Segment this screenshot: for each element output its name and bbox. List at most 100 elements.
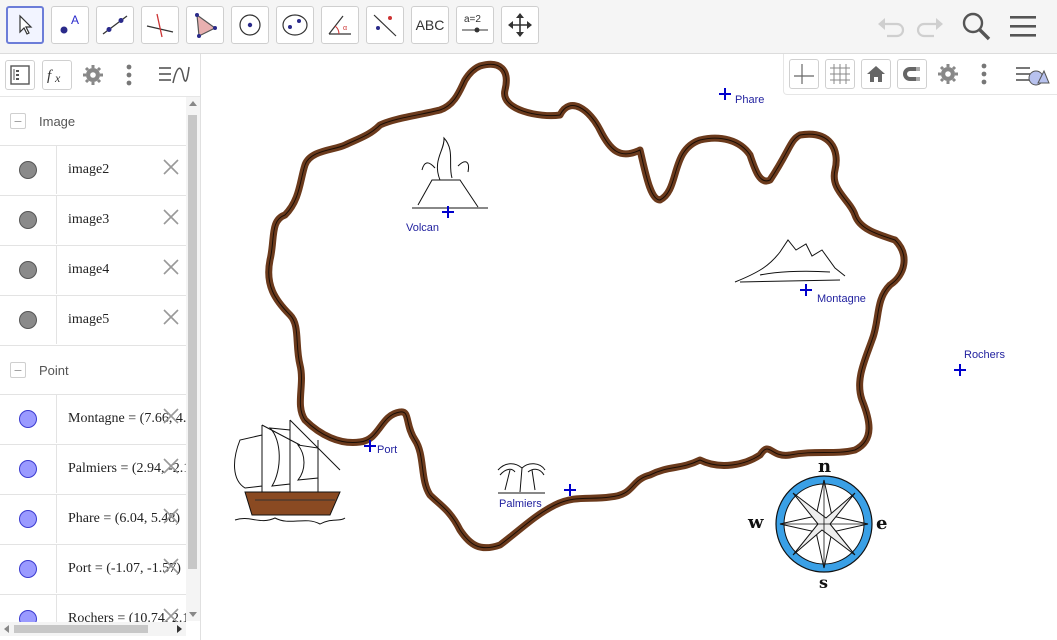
undo-icon	[878, 18, 905, 38]
collapse-icon[interactable]: −	[10, 362, 26, 378]
list-item[interactable]: Palmiers = (2.94, -2.18)	[0, 444, 186, 494]
close-icon[interactable]	[162, 607, 180, 623]
visibility-toggle[interactable]	[0, 445, 57, 493]
visibility-toggle[interactable]	[0, 495, 57, 543]
circle-tool-button[interactable]	[231, 6, 269, 44]
algebra-tree-icon	[10, 65, 30, 85]
redo-icon	[916, 18, 943, 38]
list-item[interactable]: Port = (-1.07, -1.57)	[0, 544, 186, 594]
menu-button[interactable]	[1005, 8, 1041, 44]
list-item[interactable]: Phare = (6.04, 5.48)	[0, 494, 186, 544]
graphics-view[interactable]: n s e w Phare Volcan Montagne Rochers Po…	[208, 54, 1057, 640]
point-tool-button[interactable]: A	[51, 6, 89, 44]
palm-trees-image	[497, 463, 546, 494]
move-view-tool-button[interactable]	[501, 6, 539, 44]
visibility-toggle[interactable]	[0, 395, 57, 443]
toggle-grid-button[interactable]	[825, 59, 855, 89]
graphics-more-button[interactable]	[969, 59, 999, 89]
close-icon[interactable]	[162, 407, 180, 425]
undo-button[interactable]	[873, 8, 909, 44]
marble-icon	[19, 211, 37, 229]
axes-icon	[794, 64, 814, 84]
close-icon[interactable]	[162, 507, 180, 525]
compass-north: n	[818, 456, 831, 477]
point-phare[interactable]	[719, 88, 731, 100]
algebra-panel: fx − Image image2 image3 image4 image5 −…	[0, 54, 201, 640]
algebra-view-toggle[interactable]	[5, 60, 35, 90]
algebra-toolbar: fx	[0, 54, 200, 97]
close-icon[interactable]	[162, 308, 180, 326]
treasure-map-canvas: n s e w	[234, 60, 966, 592]
algebra-style-button[interactable]	[156, 60, 192, 90]
scroll-thumb[interactable]	[14, 625, 148, 633]
reflect-line-icon	[373, 14, 397, 37]
marble-icon	[19, 460, 37, 478]
list-item[interactable]: Rochers = (10.74, 2.19)	[0, 594, 186, 623]
point-palmiers[interactable]	[564, 484, 576, 496]
list-item[interactable]: image3	[0, 195, 186, 245]
perpendicular-tool-button[interactable]	[141, 6, 179, 44]
group-header-image[interactable]: − Image	[0, 97, 186, 145]
scroll-left-icon[interactable]	[0, 622, 12, 636]
ellipse-tool-button[interactable]	[276, 6, 314, 44]
scroll-thumb[interactable]	[188, 115, 197, 569]
visibility-toggle[interactable]	[0, 296, 57, 344]
label-port[interactable]: Port	[377, 444, 397, 456]
close-icon[interactable]	[162, 258, 180, 276]
visibility-toggle[interactable]	[0, 545, 57, 593]
visibility-toggle[interactable]	[0, 196, 57, 244]
angle-tool-button[interactable]: α	[321, 6, 359, 44]
svg-text:A: A	[71, 13, 79, 27]
toggle-axes-button[interactable]	[789, 59, 819, 89]
graphics-style-toggle[interactable]	[1012, 59, 1052, 89]
scroll-right-icon[interactable]	[174, 622, 186, 636]
close-icon[interactable]	[162, 158, 180, 176]
horizontal-scrollbar[interactable]	[0, 622, 186, 636]
polygon-tool-button[interactable]	[186, 6, 224, 44]
list-item[interactable]: Montagne = (7.66, 4.14)	[0, 394, 186, 444]
line-tool-button[interactable]	[96, 6, 134, 44]
algebra-more-button[interactable]	[114, 60, 144, 90]
list-item[interactable]: image4	[0, 245, 186, 295]
slider-tool-button[interactable]: a=2	[456, 6, 494, 44]
list-item[interactable]: image5	[0, 295, 186, 345]
visibility-toggle[interactable]	[0, 595, 57, 623]
group-header-point[interactable]: − Point	[0, 345, 186, 394]
label-phare[interactable]: Phare	[735, 94, 764, 106]
scroll-up-icon[interactable]	[186, 97, 200, 109]
visibility-toggle[interactable]	[0, 146, 57, 194]
list-item[interactable]: image2	[0, 145, 186, 195]
close-icon[interactable]	[162, 557, 180, 575]
move-tool-button[interactable]	[6, 6, 44, 44]
close-icon[interactable]	[162, 457, 180, 475]
search-button[interactable]	[958, 8, 994, 44]
algebra-settings-button[interactable]	[78, 60, 108, 90]
point-rochers[interactable]	[954, 364, 966, 376]
slider-icon: a=2	[462, 14, 488, 33]
vertical-scrollbar[interactable]	[186, 97, 200, 621]
text-icon: ABC	[415, 17, 445, 33]
point-montagne[interactable]	[800, 284, 812, 296]
graphics-settings-button[interactable]	[933, 59, 963, 89]
scroll-down-icon[interactable]	[186, 609, 200, 621]
label-palmiers[interactable]: Palmiers	[499, 498, 542, 510]
group-title: Image	[39, 113, 76, 129]
label-rochers[interactable]: Rochers	[964, 349, 1005, 361]
input-formula-button[interactable]: fx	[42, 60, 72, 90]
reflect-tool-button[interactable]	[366, 6, 404, 44]
label-volcan[interactable]: Volcan	[406, 222, 439, 234]
point-icon: A	[60, 13, 79, 34]
more-vertical-icon	[126, 64, 132, 86]
redo-button[interactable]	[912, 8, 948, 44]
circle-center-icon	[239, 14, 261, 36]
point-capturing-button[interactable]	[897, 59, 927, 89]
visibility-toggle[interactable]	[0, 246, 57, 294]
text-tool-button[interactable]: ABC	[411, 6, 449, 44]
svg-text:α: α	[343, 25, 347, 32]
compass-rose-image: n s e w	[747, 456, 887, 592]
volcano-image	[412, 136, 488, 209]
close-icon[interactable]	[162, 208, 180, 226]
label-montagne[interactable]: Montagne	[817, 293, 866, 305]
standard-view-button[interactable]	[861, 59, 891, 89]
collapse-icon[interactable]: −	[10, 113, 26, 129]
